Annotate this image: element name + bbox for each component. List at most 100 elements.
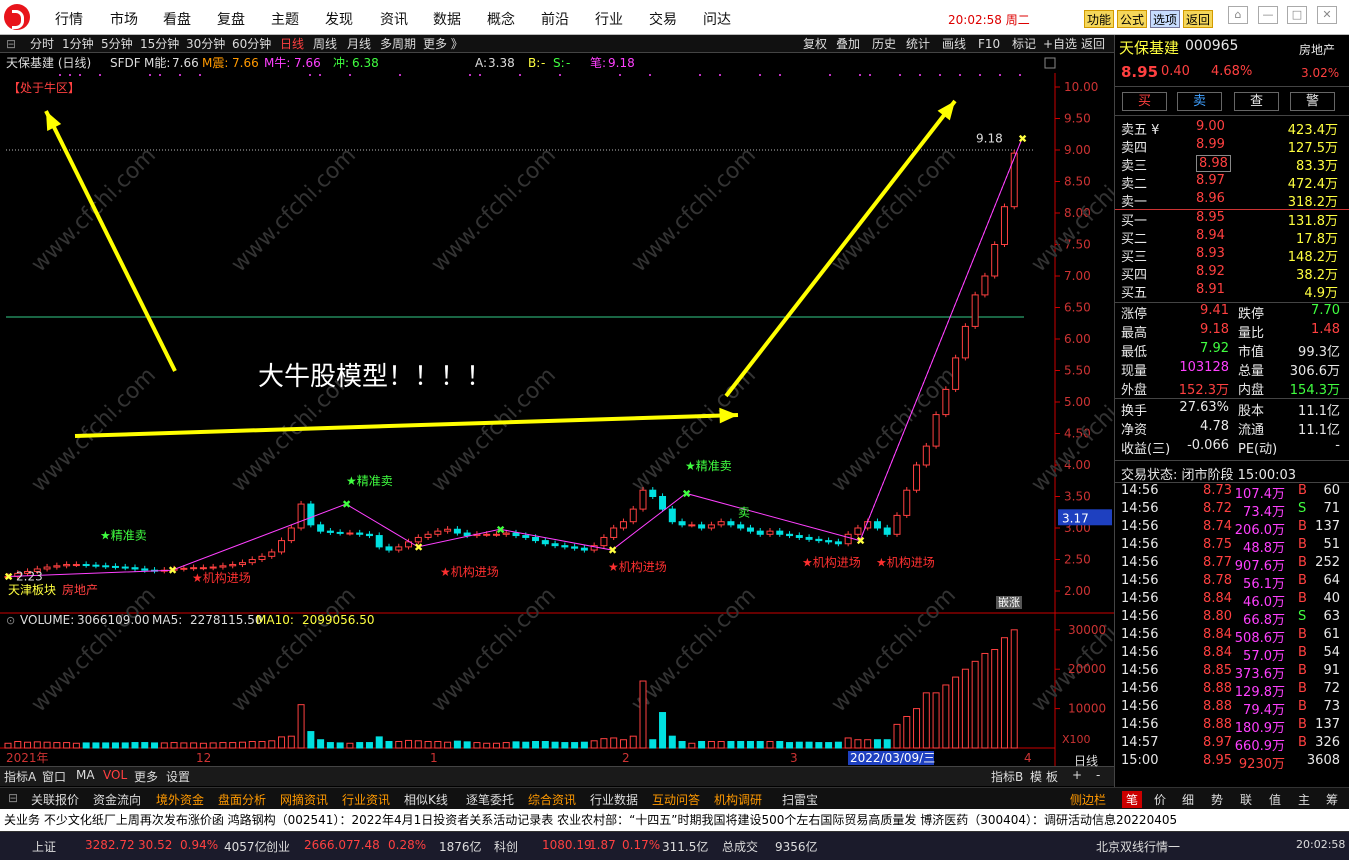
indicator-tab-right[interactable]: 模 (1030, 768, 1042, 785)
period-tab[interactable]: 日线 (280, 35, 304, 53)
action-button[interactable]: 买 (1122, 92, 1167, 111)
menu-item[interactable]: 交易 (649, 9, 677, 29)
ask-price[interactable]: 8.96 (1196, 191, 1225, 206)
ask-price[interactable]: 8.99 (1196, 137, 1225, 152)
info-tab[interactable]: 相似K线 (404, 791, 448, 808)
menu-item[interactable]: 主题 (271, 9, 299, 29)
news-text[interactable]: 关业务 不少文化纸厂上周再次发布涨价函 鸿路钢构（002541）：2022年4月… (0, 813, 1177, 827)
info-tab[interactable]: 网摘资讯 (280, 791, 328, 808)
indicator-tab[interactable]: 窗口 (42, 768, 66, 785)
candle (707, 521, 715, 531)
toolbar-button[interactable]: 统计 (906, 35, 930, 53)
bid-price[interactable]: 8.94 (1196, 228, 1225, 243)
indicator-tab-right[interactable]: - (1096, 768, 1100, 782)
menu-item[interactable]: 行业 (595, 9, 623, 29)
toolbar-button[interactable]: 画线 (942, 35, 966, 53)
maximize-icon[interactable]: □ (1287, 6, 1307, 24)
menu-item[interactable]: 复盘 (217, 9, 245, 29)
period-tab[interactable]: 分时 (30, 35, 54, 53)
toolbar-button[interactable]: +自选 (1043, 35, 1077, 53)
app-logo-icon[interactable] (4, 4, 30, 30)
menu-item[interactable]: 行情 (55, 9, 83, 29)
indicator-tab-right[interactable]: + (1072, 768, 1082, 782)
panel-tab[interactable]: 联 (1236, 791, 1256, 808)
info-tab[interactable]: 扫雷宝 (782, 791, 818, 808)
candle-body (307, 503, 315, 526)
toolbar-button[interactable]: 复权 (803, 35, 827, 53)
toolbar-button[interactable]: 叠加 (836, 35, 860, 53)
collapse-icon[interactable]: ⊟ (8, 791, 18, 805)
bid-price[interactable]: 8.92 (1196, 264, 1225, 279)
action-button[interactable]: 警 (1290, 92, 1335, 111)
panel-tab[interactable]: 笔 (1122, 791, 1142, 808)
collapse-icon[interactable]: ⊟ (6, 35, 16, 53)
panel-tab[interactable]: 价 (1150, 791, 1170, 808)
toolbar-button[interactable]: 返回 (1081, 35, 1105, 53)
ask-price[interactable]: 8.97 (1196, 173, 1225, 188)
panel-tab[interactable]: 主 (1294, 791, 1314, 808)
return-button[interactable]: 返回 (1183, 10, 1214, 28)
toolbar-button[interactable]: 历史 (872, 35, 896, 53)
menu-item[interactable]: 问达 (703, 9, 731, 29)
info-tab[interactable]: 综合资讯 (528, 791, 576, 808)
period-tab[interactable]: 周线 (313, 35, 337, 53)
chart-header-text: B: (528, 56, 540, 70)
func-button[interactable]: 功能 (1084, 10, 1115, 28)
menu-item[interactable]: 数据 (433, 9, 461, 29)
close-icon[interactable]: ✕ (1317, 6, 1337, 24)
indicator-tab[interactable]: 设置 (166, 768, 190, 785)
minimize-icon[interactable]: — (1258, 6, 1278, 24)
toolbar-button[interactable]: 标记 (1012, 35, 1036, 53)
info-tab[interactable]: 机构调研 (714, 791, 762, 808)
panel-tab[interactable]: 值 (1265, 791, 1285, 808)
menu-item[interactable]: 发现 (325, 9, 353, 29)
menu-item[interactable]: 看盘 (163, 9, 191, 29)
info-tab[interactable]: 资金流向 (93, 791, 141, 808)
period-tab[interactable]: 多周期 (380, 35, 416, 53)
info-tab[interactable]: 逐笔委托 (466, 791, 514, 808)
menu-item[interactable]: 前沿 (541, 9, 569, 29)
period-tab[interactable]: 1分钟 (62, 35, 94, 53)
sidebar-toggle[interactable]: 侧边栏 (1070, 791, 1106, 808)
panel-tab[interactable]: 势 (1207, 791, 1227, 808)
indicator-tab[interactable]: 指标A (4, 768, 36, 785)
bid-price[interactable]: 8.91 (1196, 282, 1225, 297)
candle (825, 537, 833, 545)
candle-body (190, 567, 198, 570)
ask-price[interactable]: 9.00 (1196, 119, 1225, 134)
info-tab[interactable]: 境外资金 (156, 791, 204, 808)
toolbar-button[interactable]: F10 (978, 35, 1000, 53)
info-tab[interactable]: 行业数据 (590, 791, 638, 808)
indicator-tab-right[interactable]: 指标B (991, 768, 1023, 785)
options-button[interactable]: 选项 (1150, 10, 1181, 28)
info-tab[interactable]: 盘面分析 (218, 791, 266, 808)
bid-price[interactable]: 8.95 (1196, 210, 1225, 225)
bid-price[interactable]: 8.93 (1196, 246, 1225, 261)
menu-item[interactable]: 资讯 (380, 9, 408, 29)
stock-sector[interactable]: 房地产 (1299, 41, 1335, 58)
formula-button[interactable]: 公式 (1117, 10, 1148, 28)
skin-icon[interactable]: ⌂ (1228, 6, 1248, 24)
period-tab[interactable]: 60分钟 (232, 35, 271, 53)
period-tab[interactable]: 更多 》 (423, 35, 463, 53)
period-tab[interactable]: 15分钟 (140, 35, 179, 53)
info-tab[interactable]: 互动问答 (652, 791, 700, 808)
indicator-tab[interactable]: 更多 (134, 768, 158, 785)
period-tab[interactable]: 月线 (347, 35, 371, 53)
kline-chart[interactable]: 10.009.509.008.508.007.507.006.506.005.5… (0, 53, 1114, 766)
info-tab[interactable]: 关联报价 (31, 791, 79, 808)
ask-price[interactable]: 8.98 (1196, 155, 1231, 172)
menu-item[interactable]: 市场 (110, 9, 138, 29)
indicator-tab[interactable]: MA (76, 768, 95, 782)
info-tab[interactable]: 行业资讯 (342, 791, 390, 808)
period-tab[interactable]: 30分钟 (186, 35, 225, 53)
panel-tab[interactable]: 细 (1178, 791, 1198, 808)
indicator-tab-right[interactable]: 板 (1046, 768, 1058, 785)
indicator-tab[interactable]: VOL (103, 768, 127, 782)
menu-item[interactable]: 概念 (487, 9, 515, 29)
news-ticker[interactable]: 关业务 不少文化纸厂上周再次发布涨价函 鸿路钢构（002541）：2022年4月… (0, 809, 1349, 831)
period-tab[interactable]: 5分钟 (101, 35, 133, 53)
panel-tab[interactable]: 筹 (1322, 791, 1342, 808)
action-button[interactable]: 查 (1234, 92, 1279, 111)
action-button[interactable]: 卖 (1177, 92, 1222, 111)
